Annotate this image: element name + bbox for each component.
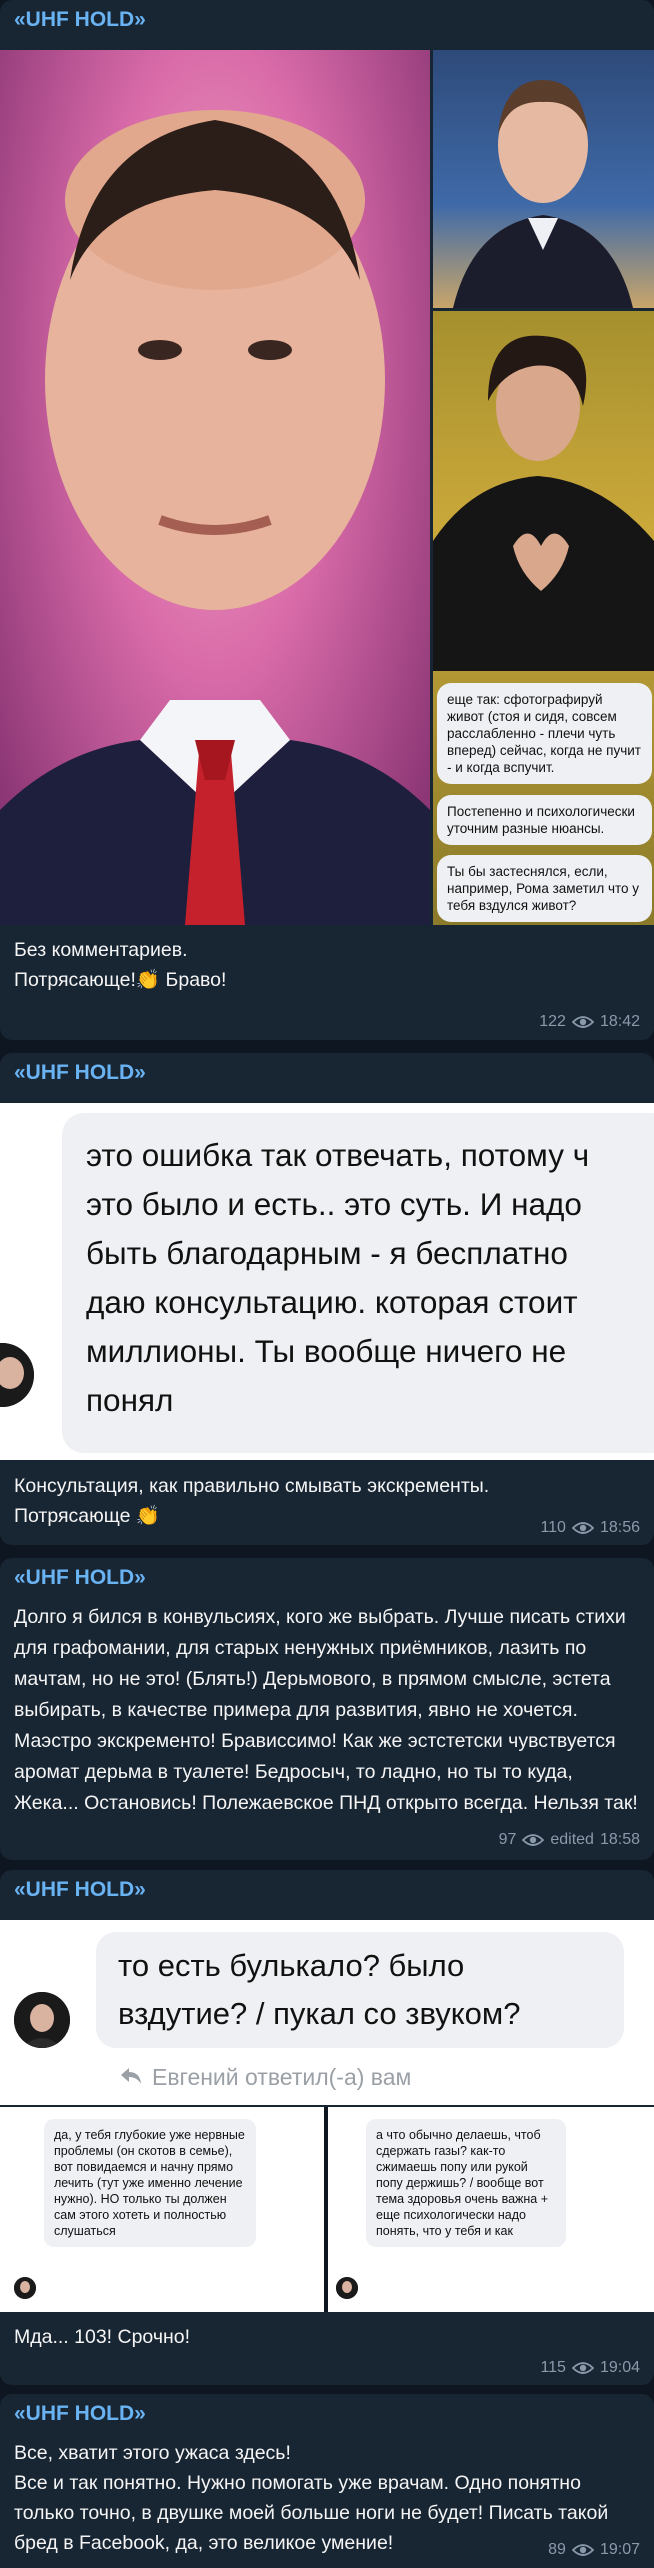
post-meta: 122 18:42 bbox=[539, 1012, 640, 1032]
channel-name[interactable]: «UHF HOLD» bbox=[0, 1870, 654, 1908]
post-time: 19:04 bbox=[599, 2359, 640, 2376]
screenshot-message: то есть булькало? было вздутие? / пукал … bbox=[96, 1932, 624, 2048]
screenshot-right[interactable]: а что обычно делаешь, чтоб сдержать газы… bbox=[328, 2107, 654, 2312]
avatar bbox=[336, 2277, 358, 2299]
post-screenshot[interactable]: то есть булькало? было вздутие? / пукал … bbox=[0, 1920, 654, 2105]
post-meta: 89 19:07 bbox=[548, 2540, 640, 2560]
eye-icon bbox=[571, 2543, 594, 2557]
reply-note-text: Евгений ответил(-а) вам bbox=[152, 2064, 412, 2090]
person-illustration bbox=[433, 335, 654, 671]
post-time: 19:07 bbox=[599, 2541, 640, 2558]
post-1: «UHF HOLD» еще так: сфотографируй живот … bbox=[0, 0, 654, 1040]
views-count: 97 bbox=[498, 1831, 517, 1848]
views-count: 89 bbox=[548, 2541, 566, 2558]
person-illustration bbox=[0, 110, 430, 925]
views-count: 110 bbox=[540, 1519, 566, 1536]
post-screenshot[interactable]: это ошибка так отвечать, потому ч это бы… bbox=[0, 1103, 654, 1460]
post-caption: Долго я бился в конвульсиях, кого же выб… bbox=[14, 1606, 638, 1814]
post-caption: Все, хватит этого ужаса здесь! Все и так… bbox=[14, 2442, 609, 2554]
post-2: «UHF HOLD» это ошибка так отвечать, пото… bbox=[0, 1053, 654, 1545]
post-time: 18:42 bbox=[599, 1013, 640, 1030]
post-screenshot-pair[interactable]: да, у тебя глубокие уже нервные проблемы… bbox=[0, 2107, 654, 2312]
views-count: 115 bbox=[540, 2359, 566, 2376]
chat-bubble: а что обычно делаешь, чтоб сдержать газы… bbox=[366, 2119, 566, 2247]
edited-label: edited bbox=[550, 1831, 594, 1848]
screenshot-left[interactable]: да, у тебя глубокие уже нервные проблемы… bbox=[0, 2107, 324, 2312]
post-meta: 115 19:04 bbox=[540, 2358, 640, 2378]
chat-bubble: Постепенно и психологически уточним разн… bbox=[437, 795, 652, 845]
channel-name[interactable]: «UHF HOLD» bbox=[0, 0, 654, 38]
chat-bubble: Ты бы застеснялся, если, например, Рома … bbox=[437, 855, 652, 922]
post-photo-collage[interactable]: еще так: сфотографируй живот (стоя и сид… bbox=[0, 50, 654, 925]
post-3: «UHF HOLD» Долго я бился в конвульсиях, … bbox=[0, 1558, 654, 1860]
post-4: «UHF HOLD» то есть булькало? было вздути… bbox=[0, 1870, 654, 2385]
side-photo-1[interactable] bbox=[433, 50, 654, 308]
side-photo-2[interactable]: еще так: сфотографируй живот (стоя и сид… bbox=[433, 311, 654, 925]
avatar bbox=[0, 1343, 34, 1407]
main-photo[interactable] bbox=[0, 50, 430, 925]
post-time: 18:56 bbox=[599, 1519, 640, 1536]
avatar bbox=[14, 1992, 70, 2048]
eye-icon bbox=[571, 1015, 594, 1029]
post-caption: Мда... 103! Срочно! bbox=[14, 2326, 191, 2348]
views-count: 122 bbox=[539, 1013, 566, 1030]
post-time: 18:58 bbox=[599, 1831, 640, 1848]
screenshot-message: это ошибка так отвечать, потому ч это бы… bbox=[62, 1113, 654, 1453]
reply-icon bbox=[120, 2064, 142, 2091]
channel-name[interactable]: «UHF HOLD» bbox=[0, 1558, 654, 1596]
person-illustration bbox=[453, 80, 633, 308]
post-meta: 97 edited 18:58 bbox=[499, 1830, 640, 1850]
eye-icon bbox=[571, 1521, 594, 1535]
eye-icon bbox=[522, 1833, 545, 1847]
eye-icon bbox=[571, 2361, 594, 2375]
post-caption: Без комментариев. Потрясающе!👏 Браво! bbox=[14, 939, 227, 991]
chat-bubble: да, у тебя глубокие уже нервные проблемы… bbox=[44, 2119, 256, 2247]
avatar bbox=[14, 2277, 36, 2299]
channel-name[interactable]: «UHF HOLD» bbox=[0, 2394, 654, 2432]
channel-name[interactable]: «UHF HOLD» bbox=[0, 1053, 654, 1091]
post-meta: 110 18:56 bbox=[540, 1518, 640, 1538]
reply-note: Евгений ответил(-а) вам bbox=[120, 2064, 411, 2091]
post-5: «UHF HOLD» Все, хватит этого ужаса здесь… bbox=[0, 2394, 654, 2568]
chat-bubble: еще так: сфотографируй живот (стоя и сид… bbox=[437, 683, 652, 784]
